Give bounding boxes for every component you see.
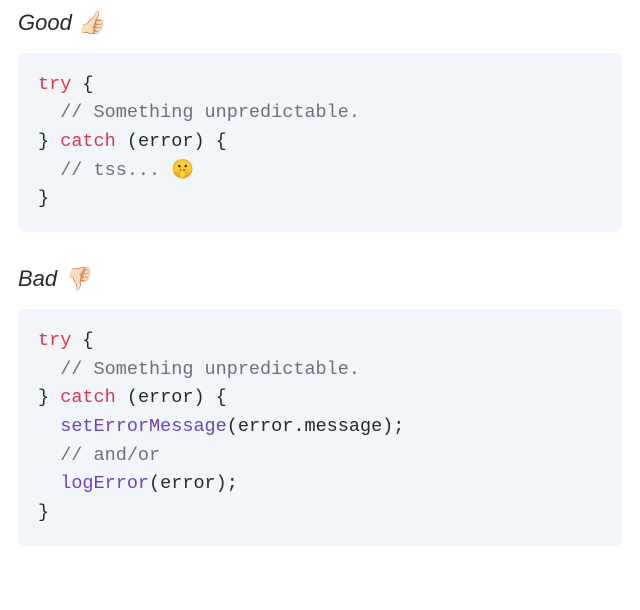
comment-line: // and/or — [38, 445, 160, 466]
keyword-try: try — [38, 330, 71, 351]
bad-heading: Bad 👎🏻 — [18, 264, 622, 295]
comment-line: // tss... 🤫 — [38, 160, 194, 181]
good-code-block: try { // Something unpredictable. } catc… — [18, 53, 622, 232]
indent — [38, 416, 60, 437]
brace-close: } — [38, 502, 49, 523]
fn-args: (error.message); — [227, 416, 405, 437]
keyword-catch: catch — [60, 131, 116, 152]
fn-setErrorMessage: setErrorMessage — [60, 416, 227, 437]
fn-logError: logError — [60, 473, 149, 494]
keyword-catch: catch — [60, 387, 116, 408]
brace-open: { — [71, 330, 93, 351]
page: Good 👍🏻 try { // Something unpredictable… — [0, 0, 640, 566]
bad-code-block: try { // Something unpredictable. } catc… — [18, 309, 622, 546]
brace-close: } — [38, 188, 49, 209]
good-heading: Good 👍🏻 — [18, 8, 622, 39]
brace-close: } — [38, 387, 60, 408]
fn-args: (error); — [149, 473, 238, 494]
indent — [38, 473, 60, 494]
brace-close: } — [38, 131, 60, 152]
keyword-try: try — [38, 74, 71, 95]
comment-line: // Something unpredictable. — [38, 359, 360, 380]
catch-args: (error) { — [116, 387, 227, 408]
brace-open: { — [71, 74, 93, 95]
comment-line: // Something unpredictable. — [38, 102, 360, 123]
catch-args: (error) { — [116, 131, 227, 152]
section-gap — [18, 232, 622, 258]
